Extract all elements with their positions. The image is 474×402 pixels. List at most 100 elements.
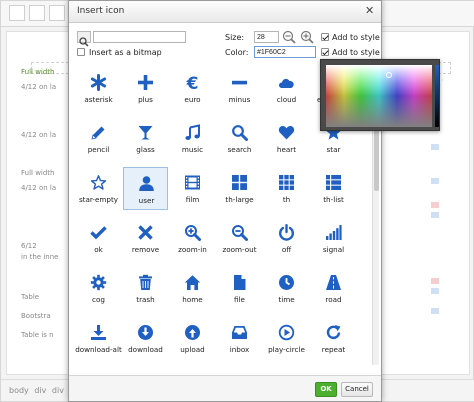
icon-option-time[interactable]: time: [264, 267, 309, 310]
block-tag: [431, 308, 439, 314]
star-empty-icon: [90, 175, 107, 190]
color-picker-popup: [320, 59, 443, 131]
color-label: Color:: [225, 48, 249, 57]
signal-icon: [326, 225, 342, 240]
toolbar-button[interactable]: [49, 5, 65, 21]
dialog-titlebar[interactable]: Insert icon ✕: [69, 1, 381, 23]
icon-option-trash[interactable]: trash: [123, 267, 168, 310]
color-picker-cursor[interactable]: [386, 72, 392, 78]
color-input[interactable]: [254, 46, 316, 58]
icon-option-download-alt[interactable]: download-alt: [75, 317, 122, 360]
zoom-out-icon: [232, 225, 248, 241]
upload-icon: [185, 325, 200, 340]
icon-option-glass[interactable]: glass: [123, 117, 168, 160]
icon-option-download[interactable]: download: [123, 317, 168, 360]
zoom-in-icon[interactable]: [300, 30, 314, 44]
play-circle-icon: [278, 324, 295, 341]
add-size-to-style-checkbox[interactable]: [321, 33, 329, 41]
icon-option-ok[interactable]: ok: [76, 217, 121, 260]
icon-option-zoom-out[interactable]: zoom-out: [217, 217, 262, 260]
icon-option-cloud[interactable]: cloud: [264, 67, 309, 110]
block-tag: [431, 178, 439, 184]
time-icon: [279, 275, 294, 290]
icon-option-th-list[interactable]: th-list: [311, 167, 356, 210]
content-line: Bootstra: [21, 312, 51, 320]
icon-option-signal[interactable]: signal: [311, 217, 356, 260]
icon-label: th-list: [323, 195, 344, 204]
euro-icon: €: [186, 74, 199, 91]
color-spectrum-overlay: [326, 65, 432, 96]
road-icon: [326, 275, 341, 290]
icon-option-pencil[interactable]: pencil: [76, 117, 121, 160]
block-tag: [431, 212, 439, 218]
block-tag: [431, 288, 439, 294]
pencil-icon: [91, 126, 105, 140]
film-icon: [185, 175, 200, 190]
brightness-slider-handle[interactable]: [440, 77, 443, 83]
brightness-slider[interactable]: [435, 65, 439, 127]
icon-option-play-circle[interactable]: play-circle: [264, 317, 309, 360]
icon-option-asterisk[interactable]: asterisk: [76, 67, 121, 110]
icon-label: road: [325, 295, 342, 304]
icon-option-star-empty[interactable]: star-empty: [76, 167, 121, 210]
icon-option-file[interactable]: file: [217, 267, 262, 310]
th-large-icon: [232, 175, 247, 190]
close-icon[interactable]: ✕: [365, 5, 374, 17]
content-line: 4/12 on la: [21, 83, 57, 91]
search-icon: [232, 125, 248, 141]
cloud-icon: [279, 78, 294, 88]
download-icon: [138, 325, 153, 340]
ok-button[interactable]: OK: [315, 382, 337, 397]
icon-option-inbox[interactable]: inbox: [217, 317, 262, 360]
icon-option-heart[interactable]: heart: [264, 117, 309, 160]
add-color-to-style-checkbox[interactable]: [321, 48, 329, 56]
user-icon: [139, 176, 154, 191]
icon-option-cog[interactable]: cog: [76, 267, 121, 310]
icon-option-th-large[interactable]: th-large: [217, 167, 262, 210]
icon-option-user[interactable]: user: [123, 167, 168, 210]
icon-option-music[interactable]: music: [170, 117, 215, 160]
repeat-icon: [326, 325, 341, 340]
icon-option-off[interactable]: off: [264, 217, 309, 260]
heart-icon: [278, 126, 295, 140]
th-list-icon: [326, 175, 341, 190]
trash-icon: [139, 274, 152, 290]
add-to-style-label: Add to style: [332, 48, 380, 57]
size-input[interactable]: [254, 31, 279, 43]
insert-bitmap-label: Insert as a bitmap: [89, 48, 162, 57]
insert-bitmap-checkbox[interactable]: [77, 48, 85, 56]
block-tag: [431, 202, 439, 208]
content-line: Table: [21, 293, 40, 301]
icon-option-film[interactable]: film: [170, 167, 215, 210]
icon-option-zoom-in[interactable]: zoom-in: [170, 217, 215, 260]
content-line: Full width: [21, 68, 55, 76]
toolbar-button[interactable]: [29, 5, 45, 21]
block-tag: [431, 144, 439, 150]
icon-option-remove[interactable]: remove: [123, 217, 168, 260]
icon-option-search[interactable]: search: [217, 117, 262, 160]
music-icon: [185, 124, 200, 140]
insert-icon-dialog: Insert icon ✕ Insert as a bitmap Size: A…: [68, 0, 443, 402]
icon-option-home[interactable]: home: [170, 267, 215, 310]
dialog-footer: OK Cancel: [69, 375, 381, 401]
search-button[interactable]: [77, 31, 91, 47]
element-path: body div div p: [9, 386, 75, 395]
cancel-button[interactable]: Cancel: [341, 382, 373, 397]
search-icon: [79, 37, 89, 47]
icon-option-road[interactable]: road: [311, 267, 356, 310]
icon-option-euro[interactable]: € euro: [170, 67, 215, 110]
remove-icon: [138, 225, 153, 240]
content-line: Full width: [21, 169, 55, 177]
icon-label: signal: [322, 245, 345, 254]
zoom-out-icon[interactable]: [282, 30, 296, 44]
icon-option-upload[interactable]: upload: [170, 317, 215, 360]
content-line: Table is n: [21, 331, 54, 339]
search-input[interactable]: [93, 31, 186, 43]
icon-option-plus[interactable]: plus: [123, 67, 168, 110]
icon-option-repeat[interactable]: repeat: [311, 317, 356, 360]
add-to-style-label: Add to style: [332, 33, 380, 42]
zoom-in-icon: [185, 225, 201, 241]
toolbar-button[interactable]: [9, 5, 25, 21]
icon-option-th[interactable]: th: [264, 167, 309, 210]
icon-option-minus[interactable]: minus: [217, 67, 262, 110]
